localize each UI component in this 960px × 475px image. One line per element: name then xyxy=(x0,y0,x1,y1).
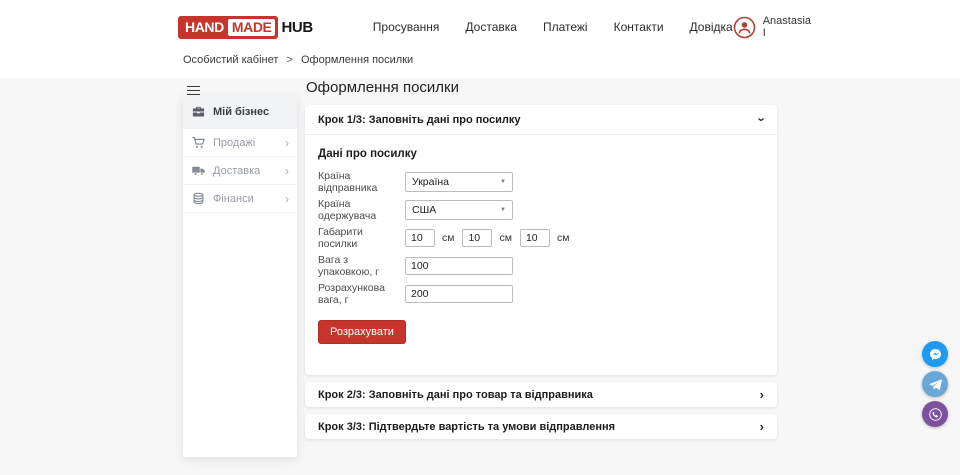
dimension-unit: см xyxy=(557,232,569,244)
step-2-header[interactable]: Крок 2/3: Заповніть дані про товар та ві… xyxy=(305,382,777,407)
step-2-label: Крок 2/3: Заповніть дані про товар та ві… xyxy=(318,389,593,401)
dimensions-row: Габарити посилки см см см xyxy=(318,226,764,250)
packed-weight-input[interactable] xyxy=(405,257,513,275)
breadcrumb: Особистий кабінет > Оформлення посилки xyxy=(0,54,960,77)
content-area: Мій бізнес Продажі › xyxy=(0,78,960,475)
step-1-header[interactable]: Крок 1/3: Заповніть дані про посилку › xyxy=(305,105,777,134)
viber-icon xyxy=(927,406,944,423)
chevron-right-icon: › xyxy=(760,388,764,401)
cart-icon xyxy=(191,135,206,150)
sidebar: Мій бізнес Продажі › xyxy=(183,95,297,457)
dimensions-label: Габарити посилки xyxy=(318,226,405,250)
breadcrumb-separator: > xyxy=(286,54,292,66)
user-menu[interactable]: Anastasia I xyxy=(733,15,811,39)
dimension-unit: см xyxy=(499,232,511,244)
dimension-length-input[interactable] xyxy=(405,229,435,247)
user-name: Anastasia I xyxy=(763,15,811,39)
sidebar-item-sales[interactable]: Продажі › xyxy=(183,129,297,157)
recipient-country-label: Країна одержувача xyxy=(318,198,405,222)
breadcrumb-current: Оформлення посилки xyxy=(301,54,413,66)
truck-icon xyxy=(191,163,206,178)
step-3-card: Крок 3/3: Підтвердьте вартість та умови … xyxy=(305,414,777,439)
sidebar-item-label: Мій бізнес xyxy=(213,106,269,118)
sender-country-label: Країна відправника xyxy=(318,170,405,194)
logo-text-hand: HAND xyxy=(181,19,228,36)
sidebar-item-finances[interactable]: Фінанси › xyxy=(183,185,297,213)
logo[interactable]: HAND MADE HUB xyxy=(178,16,313,39)
chevron-right-icon: › xyxy=(285,193,289,205)
nav-item-contacts[interactable]: Контакти xyxy=(614,20,664,34)
sender-country-value: Україна xyxy=(412,176,449,188)
chevron-right-icon: › xyxy=(285,165,289,177)
sender-country-row: Країна відправника Україна ▼ xyxy=(318,170,764,194)
briefcase-icon xyxy=(191,104,206,119)
step-1-body: Дані про посилку Країна відправника Укра… xyxy=(305,134,777,375)
dimension-width-input[interactable] xyxy=(462,229,492,247)
estimated-weight-input[interactable] xyxy=(405,285,513,303)
page-title: Оформлення посилки xyxy=(306,79,777,96)
select-caret-icon: ▼ xyxy=(500,179,506,185)
step-1-label: Крок 1/3: Заповніть дані про посилку xyxy=(318,114,520,126)
sidebar-item-label: Фінанси xyxy=(213,193,254,205)
step-3-label: Крок 3/3: Підтвердьте вартість та умови … xyxy=(318,421,615,433)
nav-item-delivery[interactable]: Доставка xyxy=(465,20,517,34)
coins-icon xyxy=(191,191,206,206)
estimated-weight-row: Розрахункова вага, г xyxy=(318,282,764,306)
recipient-country-value: США xyxy=(412,204,436,216)
step-2-card: Крок 2/3: Заповніть дані про товар та ві… xyxy=(305,382,777,407)
nav-item-payments[interactable]: Платежі xyxy=(543,20,588,34)
user-avatar-icon xyxy=(733,16,756,39)
recipient-country-select[interactable]: США ▼ xyxy=(405,200,513,220)
chevron-down-icon: › xyxy=(755,117,768,121)
packed-weight-row: Вага з упаковкою, г xyxy=(318,254,764,278)
calculate-button[interactable]: Розрахувати xyxy=(318,320,406,344)
form-section-title: Дані про посилку xyxy=(318,148,764,160)
sidebar-item-my-business[interactable]: Мій бізнес xyxy=(183,95,297,129)
top-navigation: Просування Доставка Платежі Контакти Дов… xyxy=(373,20,733,34)
main-panel: Оформлення посилки Крок 1/3: Заповніть д… xyxy=(305,79,777,446)
logo-badge: HAND MADE xyxy=(178,16,278,39)
nav-item-promotion[interactable]: Просування xyxy=(373,20,440,34)
recipient-country-row: Країна одержувача США ▼ xyxy=(318,198,764,222)
sender-country-select[interactable]: Україна ▼ xyxy=(405,172,513,192)
nav-item-help[interactable]: Довідка xyxy=(690,20,733,34)
floating-contact-stack xyxy=(922,341,948,427)
breadcrumb-home[interactable]: Особистий кабінет xyxy=(183,54,278,66)
select-caret-icon: ▼ xyxy=(500,207,506,213)
dimension-height-input[interactable] xyxy=(520,229,550,247)
packed-weight-label: Вага з упаковкою, г xyxy=(318,254,405,278)
telegram-icon xyxy=(927,376,944,393)
messenger-icon xyxy=(927,346,944,363)
top-header: HAND MADE HUB Просування Доставка Платеж… xyxy=(0,0,960,54)
chevron-right-icon: › xyxy=(285,137,289,149)
sidebar-item-delivery[interactable]: Доставка › xyxy=(183,157,297,185)
estimated-weight-label: Розрахункова вага, г xyxy=(318,282,405,306)
step-3-header[interactable]: Крок 3/3: Підтвердьте вартість та умови … xyxy=(305,414,777,439)
messenger-button[interactable] xyxy=(922,341,948,367)
sidebar-item-label: Продажі xyxy=(213,137,255,149)
viber-button[interactable] xyxy=(922,401,948,427)
dimension-unit: см xyxy=(442,232,454,244)
logo-text-hub: HUB xyxy=(281,19,312,36)
step-1-card: Крок 1/3: Заповніть дані про посилку › Д… xyxy=(305,105,777,375)
telegram-button[interactable] xyxy=(922,371,948,397)
chevron-right-icon: › xyxy=(760,420,764,433)
sidebar-item-label: Доставка xyxy=(213,165,260,177)
logo-text-made: MADE xyxy=(228,19,276,36)
